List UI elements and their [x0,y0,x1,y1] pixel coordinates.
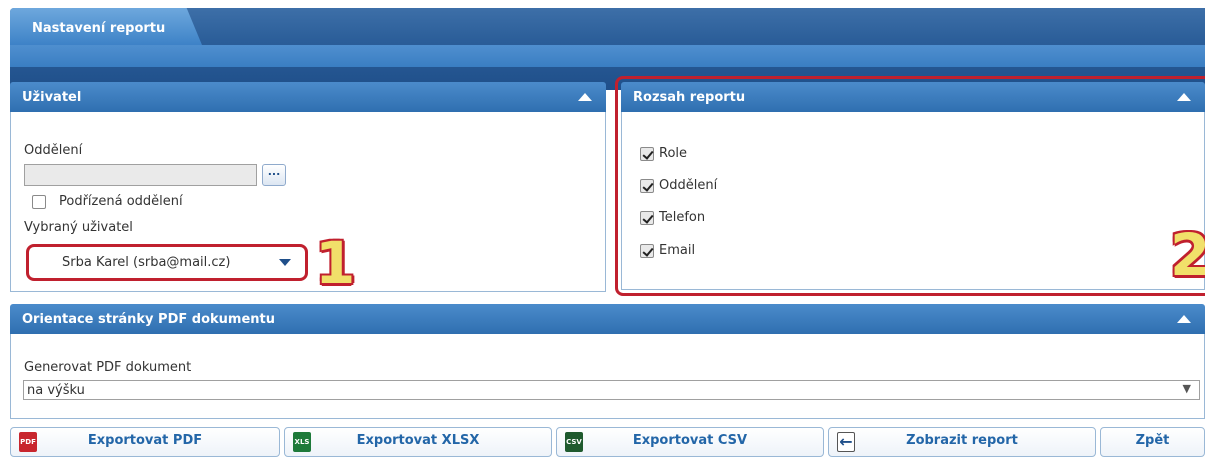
department-option-label: Oddělení [659,178,718,193]
annotation-marker-1: 1 [315,229,356,297]
scope-panel-body [621,112,1205,290]
export-pdf-label: Exportovat PDF [87,433,203,448]
user-panel-header[interactable]: Uživatel [10,82,606,112]
phone-label: Telefon [659,210,706,225]
department-field[interactable] [24,164,257,186]
scope-panel-title: Rozsah reportu [633,90,746,105]
sub-departments-label: Podřízená oddělení [59,194,183,209]
collapse-arrow-icon[interactable] [1177,315,1191,323]
selected-user-value: Srba Karel (srba@mail.cz) [62,255,231,270]
email-checkbox[interactable] [640,244,654,258]
collapse-arrow-icon[interactable] [1177,93,1191,101]
browse-department-button[interactable]: ... [262,164,286,186]
role-label: Role [659,146,688,161]
tab-report-settings[interactable]: Nastavení reportu [10,8,202,45]
show-report-button[interactable]: ← Zobrazit report [828,427,1096,457]
dropdown-caret-icon [279,259,291,266]
selected-user-dropdown[interactable]: Srba Karel (srba@mail.cz) [26,244,308,281]
scope-panel-header[interactable]: Rozsah reportu [621,82,1205,112]
sub-departments-checkbox[interactable] [32,195,46,209]
user-panel-title: Uživatel [22,90,82,105]
select-caret-icon: ▼ [1182,382,1191,395]
show-report-label: Zobrazit report [906,433,1018,448]
export-xlsx-label: Exportovat XLSX [356,433,480,448]
export-xlsx-button[interactable]: XLS Exportovat XLSX [284,427,552,457]
header-strip [10,45,1205,67]
pdf-orientation-value: na výšku [27,383,85,398]
orientation-panel-body [10,334,1205,419]
export-csv-button[interactable]: CSV Exportovat CSV [556,427,824,457]
department-checkbox[interactable] [640,179,654,193]
selected-user-label: Vybraný uživatel [24,220,133,235]
back-button[interactable]: Zpět [1100,427,1205,457]
generate-pdf-label: Generovat PDF dokument [24,360,192,375]
export-pdf-button[interactable]: PDF Exportovat PDF [10,427,280,457]
role-checkbox[interactable] [640,147,654,161]
department-label: Oddělení [24,143,83,158]
tab-label: Nastavení reportu [32,21,166,36]
pdf-orientation-select[interactable]: na výšku ▼ [23,380,1200,400]
annotation-marker-2: 2 [1170,221,1205,289]
orientation-panel-header[interactable]: Orientace stránky PDF dokumentu [10,304,1205,334]
email-label: Email [659,243,696,258]
orientation-panel-title: Orientace stránky PDF dokumentu [22,312,276,327]
back-label: Zpět [1135,433,1170,448]
collapse-arrow-icon[interactable] [578,93,592,101]
phone-checkbox[interactable] [640,211,654,225]
export-csv-label: Exportovat CSV [632,433,748,448]
